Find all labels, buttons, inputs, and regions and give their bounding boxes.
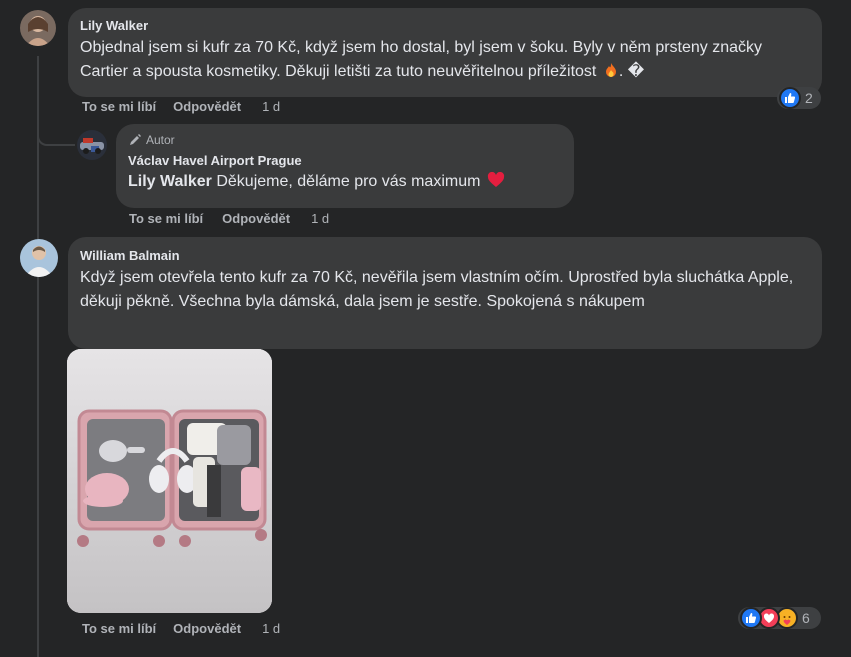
comment-bubble: William Balmain Když jsem otevřela tento… (68, 237, 822, 349)
reply-link[interactable]: Odpovědět (173, 621, 241, 636)
like-icon (740, 607, 762, 629)
reply-link[interactable]: Odpovědět (222, 211, 290, 226)
comments-panel: Lily Walker Objednal jsem si kufr za 70 … (0, 0, 851, 657)
reaction-count: 2 (805, 90, 813, 106)
comment-text: Objednal jsem si kufr za 70 Kč, když jse… (80, 36, 810, 84)
pencil-icon (128, 133, 142, 147)
comment-actions: To se mi líbí Odpovědět 1 d (82, 621, 280, 636)
timestamp[interactable]: 1 d (262, 99, 280, 114)
mention-link[interactable]: Lily Walker (128, 173, 212, 190)
comment-body: Děkujeme, děláme pro vás maximum (216, 173, 481, 190)
comment-body: Objednal jsem si kufr za 70 Kč, když jse… (80, 39, 763, 80)
comment-bubble: Lily Walker Objednal jsem si kufr za 70 … (68, 8, 822, 97)
comment-author[interactable]: Václav Havel Airport Prague (128, 153, 562, 168)
comment-text-tail: . � (618, 63, 645, 80)
avatar[interactable] (77, 130, 107, 160)
author-badge-label: Autor (146, 133, 175, 147)
fire-emoji-icon (603, 62, 619, 78)
attached-photo[interactable] (67, 349, 272, 613)
comment-author[interactable]: William Balmain (80, 248, 810, 263)
reply-link[interactable]: Odpovědět (173, 99, 241, 114)
comment-actions: To se mi líbí Odpovědět 1 d (129, 211, 329, 226)
reactions-summary[interactable]: 6 (738, 607, 821, 629)
avatar[interactable] (20, 10, 56, 46)
reaction-count: 6 (802, 610, 810, 626)
comment-text: Lily Walker Děkujeme, děláme pro vás max… (128, 170, 562, 194)
author-badge: Autor (128, 133, 562, 147)
avatar[interactable] (20, 239, 58, 277)
timestamp[interactable]: 1 d (262, 621, 280, 636)
like-link[interactable]: To se mi líbí (82, 621, 156, 636)
timestamp[interactable]: 1 d (311, 211, 329, 226)
comment-actions: To se mi líbí Odpovědět 1 d (82, 99, 280, 114)
like-icon (779, 87, 801, 109)
reply-connector (37, 128, 75, 146)
heart-emoji-icon (487, 171, 505, 188)
comment-text: Když jsem otevřela tento kufr za 70 Kč, … (80, 269, 794, 310)
reactions-summary[interactable]: 2 (777, 87, 821, 109)
thread-line (37, 56, 39, 657)
reply-bubble: Autor Václav Havel Airport Prague Lily W… (116, 124, 574, 208)
like-link[interactable]: To se mi líbí (82, 99, 156, 114)
comment-author[interactable]: Lily Walker (80, 18, 810, 33)
like-link[interactable]: To se mi líbí (129, 211, 203, 226)
